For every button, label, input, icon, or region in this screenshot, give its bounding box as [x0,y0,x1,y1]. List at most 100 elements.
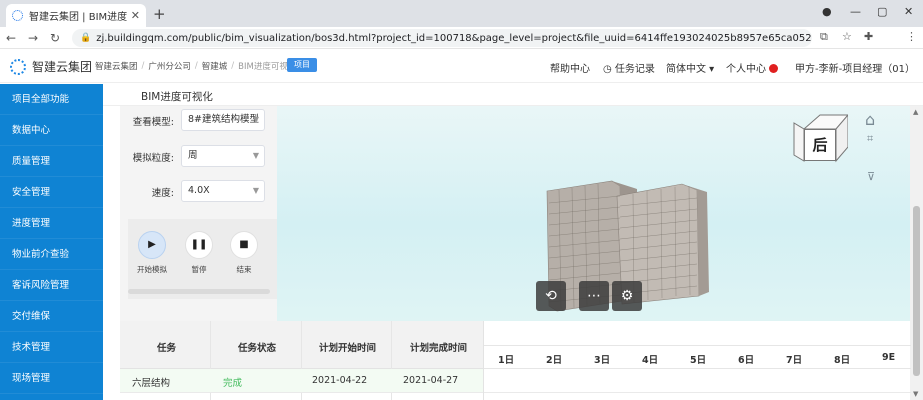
column-header: 计划完成时间 [410,343,468,354]
gantt-day: 9E [882,352,896,363]
tab-title: 智建云集团 | BIM进度可视化 [29,12,127,23]
logo-text: 智建云集团 [32,60,93,74]
granularity-select[interactable]: 周 ▼ [181,145,265,167]
personal-center-link[interactable]: 个人中心 [726,60,778,75]
gantt-day: 4日 [642,355,659,366]
breadcrumb-separator: / [194,61,198,71]
model-value: 8#建筑结构模型 [188,114,260,125]
new-tab-icon[interactable]: + [153,5,166,23]
sidebar-item-quality[interactable]: 质量管理 [0,146,103,177]
maximize-icon[interactable]: ▢ [877,5,887,18]
home-view-icon[interactable]: ⌂ [865,110,875,129]
stop-button[interactable]: ■ [230,231,258,259]
granularity-row: 模拟粒度: 周 ▼ [120,144,277,168]
sidebar-item-data-center[interactable]: 数据中心 [0,115,103,146]
language-label: 简体中文 [666,64,706,75]
forward-icon[interactable]: → [22,31,44,45]
column-header: 任务 [157,343,177,354]
page-title: BIM进度可视化 [141,91,213,103]
sidebar-item-property-inspection[interactable]: 物业前介查验 [0,239,103,270]
logo[interactable]: 智建云集团 [10,58,92,75]
sidebar-item-all-functions[interactable]: 项目全部功能 [0,84,103,115]
pause-label: 暂停 [191,265,207,274]
speed-value: 4.0X [188,185,210,196]
chevron-down-icon: ▼ [252,151,259,160]
logo-mark-icon [10,58,26,75]
reset-view-button[interactable]: ⟲ [536,281,566,311]
reset-view-icon: ⟲ [545,288,557,304]
address-bar[interactable]: 🔒 zj.buildingqm.com/public/bim_visualiza… [72,29,812,47]
play-icon: ▶ [148,239,156,250]
layers-icon[interactable]: ⊽ [867,170,875,183]
pause-button[interactable]: ❚❚ [185,231,213,259]
speed-row: 速度: 4.0X ▼ [120,179,277,203]
column-header: 任务状态 [238,343,277,354]
breadcrumb-item[interactable]: 智建城 [202,60,228,72]
table-row[interactable]: 六层结构 完成 2021-04-22 2021-04-27 [120,369,483,393]
breadcrumb-item[interactable]: 智建云集团 [95,60,138,72]
view-cube[interactable]: 后 [792,111,848,173]
scroll-down-icon[interactable]: ▼ [913,390,918,398]
sidebar-item-site[interactable]: 现场管理 [0,363,103,394]
speed-select[interactable]: 4.0X ▼ [181,180,265,202]
gantt-day: 3日 [594,355,611,366]
app-header: 智建云集团 智建云集团 / 广州分公司 / 智建城 / BIM进度可视化 项目 … [0,50,923,83]
grid-icon[interactable]: ⌗ [867,132,873,146]
task-status: 完成 [223,378,243,389]
task-table: 任务 任务状态 计划开始时间 计划完成时间 六层结构 完成 2021-04-22… [120,321,483,400]
task-end: 2021-04-27 [403,375,459,386]
view-cube-face[interactable]: 后 [804,129,836,161]
simulation-progress-bar[interactable] [128,289,270,294]
gantt-row [484,369,911,393]
extensions-icon[interactable]: ✚ [864,30,873,43]
page-scrollbar[interactable]: ▲ ▼ [910,106,923,400]
granularity-label: 模拟粒度: [132,153,174,164]
gantt-day: 1日 [498,355,515,366]
back-icon[interactable]: ← [0,31,22,45]
play-button[interactable]: ▶ [138,231,166,259]
settings-button[interactable]: ⚙ [612,281,642,311]
close-tab-icon[interactable]: ✕ [131,9,140,22]
more-icon: ⋯ [587,288,601,304]
browser-toolbar: ← → ↻ 🔒 zj.buildingqm.com/public/bim_vis… [0,27,923,72]
bim-3d-viewport[interactable]: ⟲ ⋯ ⚙ 后 ⌂ ⌗ ⊽ [277,106,910,321]
browser-tab[interactable]: 智建云集团 | BIM进度可视化 ✕ [6,4,146,27]
chevron-down-icon: ▼ [252,115,259,124]
browser-menu-icon[interactable]: ⋮ [906,30,917,43]
more-options-button[interactable]: ⋯ [579,281,609,311]
column-header: 计划开始时间 [319,343,377,354]
sidebar-item-progress[interactable]: 进度管理 [0,208,103,239]
bookmark-star-icon[interactable]: ☆ [842,30,852,43]
record-icon[interactable]: ● [822,5,832,18]
gantt-day: 8日 [834,355,851,366]
task-name: 六层结构 [132,378,171,389]
help-center-link[interactable]: 帮助中心 [550,60,590,75]
language-select[interactable]: 简体中文 ▾ [666,60,714,75]
translate-icon[interactable]: ⧉ [820,30,828,44]
scroll-up-icon[interactable]: ▲ [913,108,918,116]
minimize-icon[interactable]: — [850,5,861,18]
task-log-link[interactable]: ◷ 任务记录 [603,60,655,75]
personal-center-label: 个人中心 [726,64,766,75]
close-window-icon[interactable]: ✕ [904,5,913,18]
gear-icon: ⚙ [620,288,634,304]
project-tag: 项目 [287,58,317,72]
task-log-label: 任务记录 [614,64,655,75]
sidebar-item-complaint-risk[interactable]: 客诉风险管理 [0,270,103,301]
sidebar-item-technical[interactable]: 技术管理 [0,332,103,363]
gantt-day: 6日 [738,355,755,366]
playback-box: ▶ 开始模拟 ❚❚ 暂停 ■ 结束 [128,219,277,299]
breadcrumb-item[interactable]: 广州分公司 [148,60,191,72]
scrollbar-thumb[interactable] [913,206,920,376]
sidebar-item-safety[interactable]: 安全管理 [0,177,103,208]
sidebar-item-delivery[interactable]: 交付维保 [0,301,103,332]
user-role-menu[interactable]: 甲方-李新-项目经理（01） [795,60,915,75]
simulation-control-panel: 查看模型: 8#建筑结构模型 ▼ 模拟粒度: 周 ▼ 速度: 4.0X ▼ ▶ 开始模… [120,106,277,321]
reload-icon[interactable]: ↻ [44,31,66,45]
viewport-toolbar: ⟲ ⋯ ⚙ [536,281,645,311]
play-label: 开始模拟 [137,265,167,274]
sidebar: 项目全部功能 数据中心 质量管理 安全管理 进度管理 物业前介查验 客诉风险管理… [0,84,103,400]
granularity-value: 周 [188,150,198,161]
breadcrumb-separator: / [141,61,145,71]
model-select[interactable]: 8#建筑结构模型 ▼ [181,109,265,131]
